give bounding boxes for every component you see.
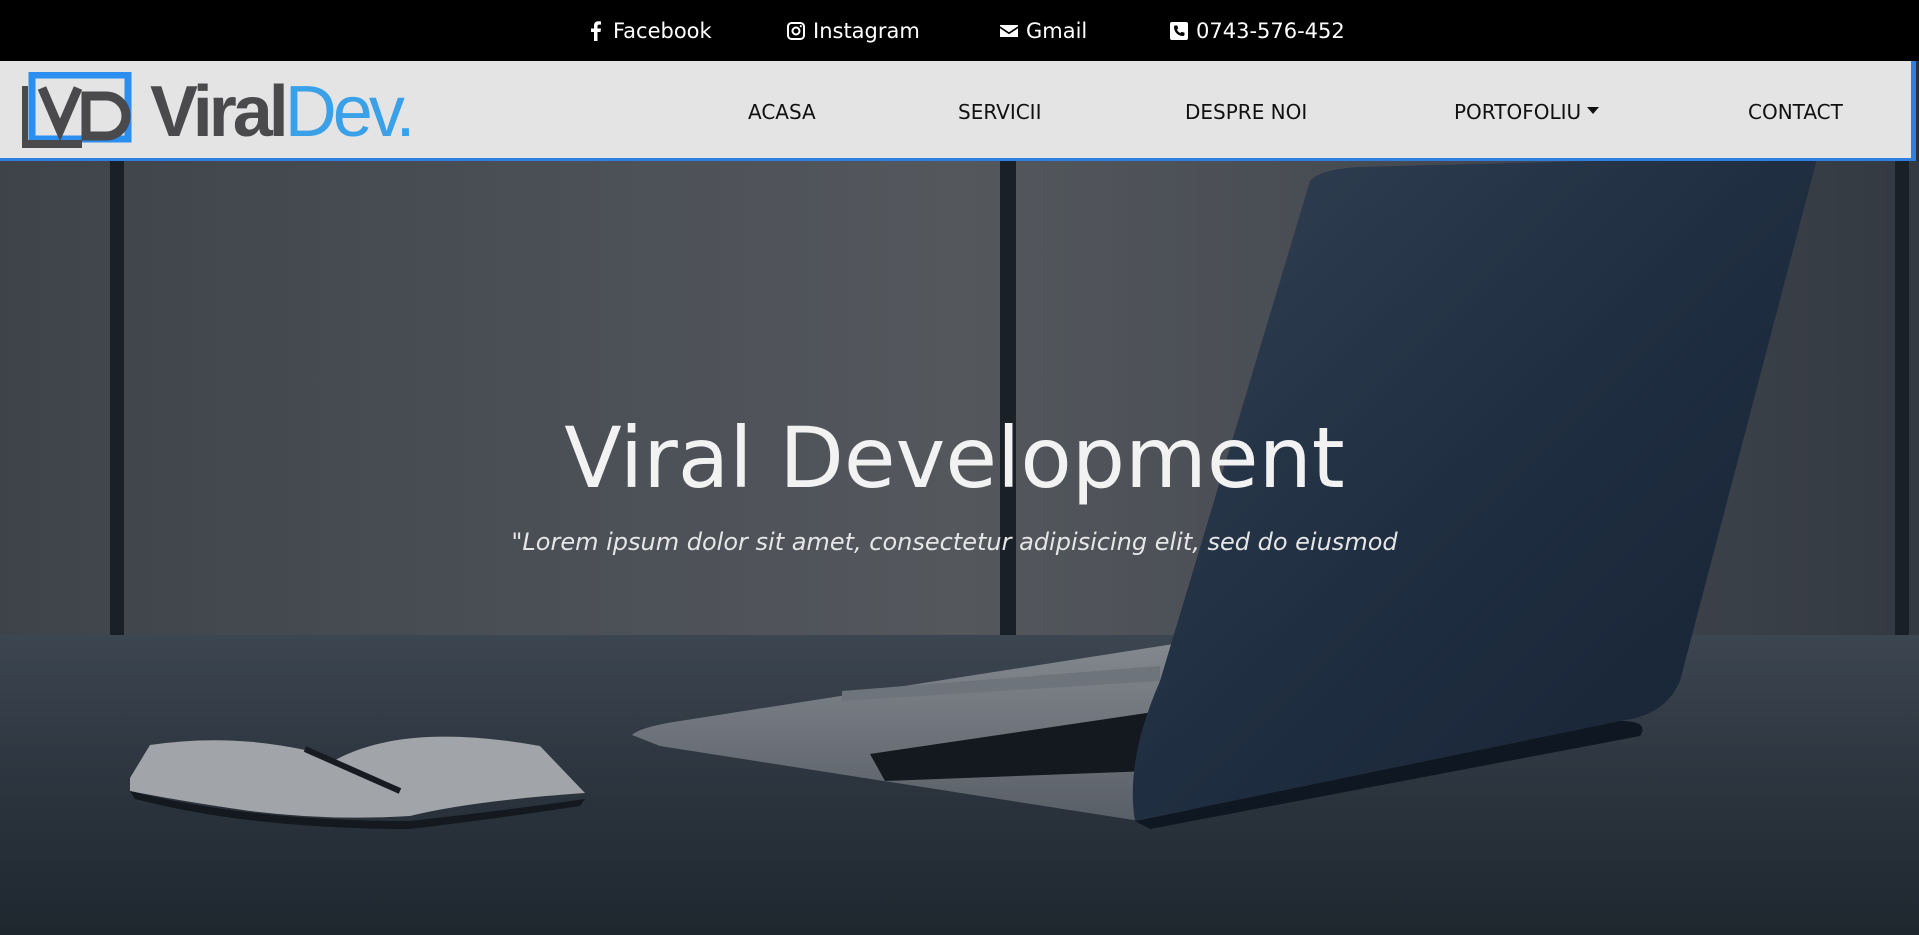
nav-item-label: DESPRE NOI <box>1185 100 1308 124</box>
nav-item-contact[interactable]: CONTACT <box>1748 61 1843 158</box>
nav-item-label: CONTACT <box>1748 100 1843 124</box>
main-navbar: ViralDev. ACASA SERVICII DESPRE NOI PORT… <box>0 61 1916 161</box>
facebook-label: Facebook <box>613 18 712 43</box>
nav-item-servicii[interactable]: SERVICII <box>958 61 1041 158</box>
brand-name-dev: Dev. <box>284 72 416 152</box>
nav-item-label: ACASA <box>748 100 816 124</box>
gmail-label: Gmail <box>1026 18 1088 43</box>
hero-title: Viral Development <box>564 409 1345 507</box>
caret-down-icon <box>1587 107 1600 114</box>
instagram-icon <box>787 21 805 40</box>
brand-name-viral: Viral <box>150 72 289 152</box>
instagram-label: Instagram <box>813 18 920 43</box>
vd-logo-mark <box>22 72 132 148</box>
hero-subtitle: "Lorem ipsum dolor sit amet, consectetur… <box>511 528 1398 556</box>
nav-item-despre-noi[interactable]: DESPRE NOI <box>1185 61 1307 158</box>
top-contact-bar: Facebook Instagram Gmail 0743-576-452 <box>0 0 1919 61</box>
envelope-icon <box>1000 24 1018 37</box>
instagram-link[interactable]: Instagram <box>786 0 920 61</box>
brand-wordmark: ViralDev. <box>150 72 416 152</box>
nav-item-acasa[interactable]: ACASA <box>748 61 816 158</box>
gmail-link[interactable]: Gmail <box>999 0 1087 61</box>
nav-item-label: SERVICII <box>958 100 1042 124</box>
brand-logo[interactable]: ViralDev. <box>22 72 422 152</box>
nav-item-label: PORTOFOLIU <box>1454 100 1582 124</box>
phone-link[interactable]: 0743-576-452 <box>1169 0 1345 61</box>
hero-section: Viral Development "Lorem ipsum dolor sit… <box>0 161 1919 935</box>
phone-icon <box>1170 21 1188 40</box>
nav-item-portofoliu[interactable]: PORTOFOLIU <box>1454 61 1600 158</box>
facebook-icon <box>591 20 601 41</box>
phone-label: 0743-576-452 <box>1196 18 1345 43</box>
facebook-link[interactable]: Facebook <box>586 0 712 61</box>
